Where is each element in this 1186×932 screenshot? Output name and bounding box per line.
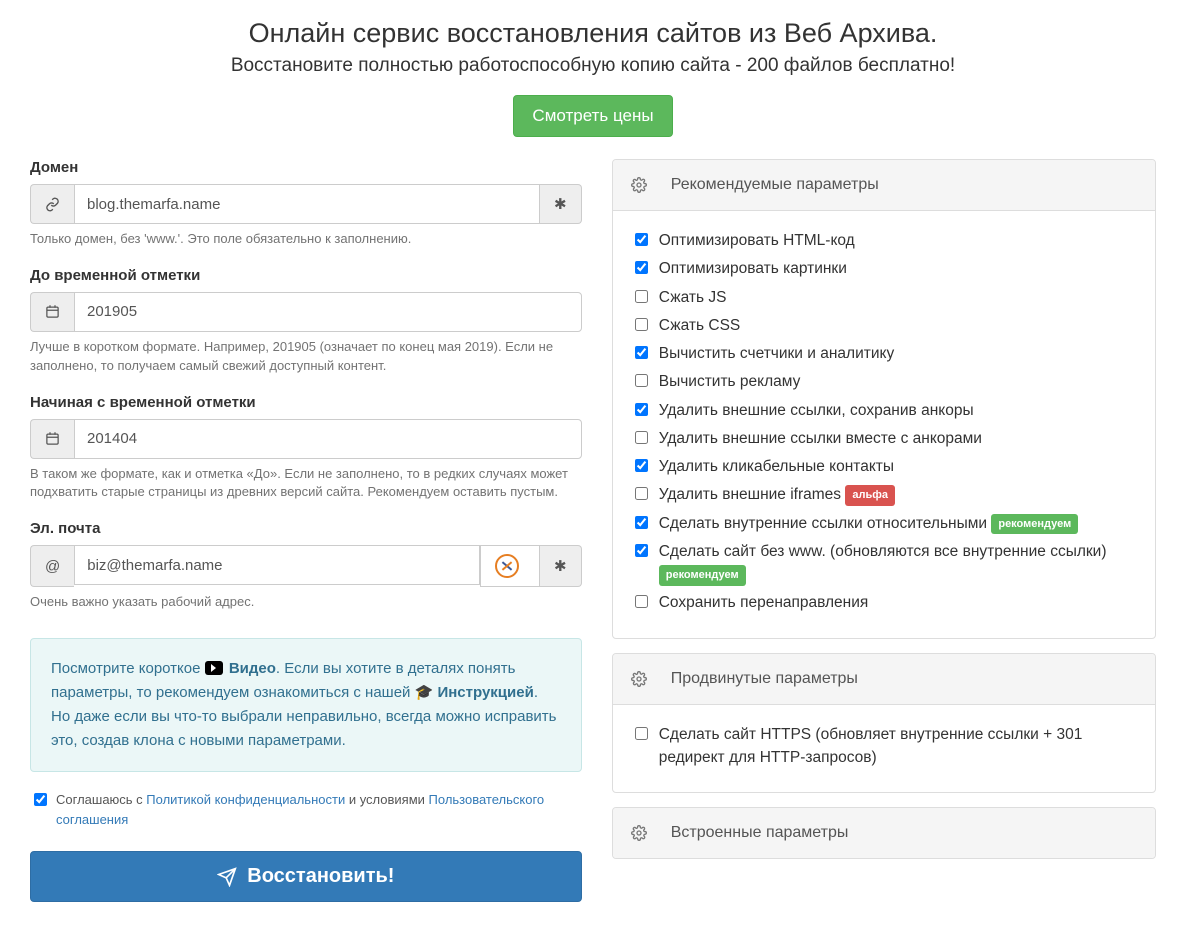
grad-cap-icon: 🎓 — [415, 684, 434, 701]
option-label: Сжать JS — [659, 286, 727, 309]
option-row[interactable]: Сделать внутренние ссылки относительными… — [631, 512, 1137, 535]
email-label: Эл. почта — [30, 520, 582, 537]
option-badge: рекомендуем — [659, 565, 746, 586]
option-checkbox[interactable] — [635, 318, 648, 331]
option-row[interactable]: Вычистить рекламу — [631, 370, 1137, 393]
option-row[interactable]: Сделать сайт без www. (обновляются все в… — [631, 540, 1137, 587]
option-label: Сделать внутренние ссылки относительными… — [659, 512, 1078, 535]
option-checkbox[interactable] — [635, 595, 648, 608]
panel-recommended: Рекомендуемые параметры Оптимизировать H… — [612, 159, 1156, 639]
from-ts-label: Начиная с временной отметки — [30, 394, 582, 411]
option-checkbox[interactable] — [635, 233, 648, 246]
option-label: Оптимизировать HTML-код — [659, 229, 855, 252]
submit-label: Восстановить! — [247, 865, 394, 888]
option-row[interactable]: Вычистить счетчики и аналитику — [631, 342, 1137, 365]
panel-title: Продвинутые параметры — [671, 670, 858, 688]
paper-plane-icon — [217, 867, 237, 887]
option-badge: альфа — [845, 485, 895, 506]
domain-input[interactable] — [74, 184, 540, 224]
submit-button[interactable]: Восстановить! — [30, 851, 582, 902]
required-mark: ✱ — [540, 184, 582, 224]
panel-title: Встроенные параметры — [671, 824, 849, 842]
to-ts-input[interactable] — [74, 292, 582, 332]
option-row[interactable]: Оптимизировать HTML-код — [631, 229, 1137, 252]
gear-icon — [631, 825, 647, 841]
extension-icon — [480, 545, 540, 587]
option-label: Сжать CSS — [659, 314, 741, 337]
info-box: Посмотрите короткое Видео. Если вы хотит… — [30, 638, 582, 772]
option-checkbox[interactable] — [635, 727, 648, 740]
at-icon: @ — [30, 545, 74, 587]
option-row[interactable]: Сжать CSS — [631, 314, 1137, 337]
option-row[interactable]: Удалить внешние ссылки вместе с анкорами — [631, 427, 1137, 450]
domain-help: Только домен, без 'www.'. Это поле обяза… — [30, 230, 582, 249]
option-label: Удалить кликабельные контакты — [659, 455, 894, 478]
option-label: Вычистить счетчики и аналитику — [659, 342, 894, 365]
option-checkbox[interactable] — [635, 459, 648, 472]
option-checkbox[interactable] — [635, 261, 648, 274]
video-icon — [205, 661, 223, 675]
from-ts-help: В таком же формате, как и отметка «До». … — [30, 465, 582, 503]
option-row[interactable]: Удалить внешние ссылки, сохранив анкоры — [631, 399, 1137, 422]
info-text: Посмотрите короткое — [51, 660, 205, 677]
option-label: Сделать сайт HTTPS (обновляет внутренние… — [659, 723, 1137, 770]
calendar-icon — [30, 292, 74, 332]
option-label: Сохранить перенаправления — [659, 591, 869, 614]
panel-title: Рекомендуемые параметры — [671, 176, 879, 194]
option-checkbox[interactable] — [635, 403, 648, 416]
video-link[interactable]: Видео — [229, 660, 276, 677]
option-row[interactable]: Удалить кликабельные контакты — [631, 455, 1137, 478]
tos-checkbox[interactable] — [34, 793, 47, 806]
to-ts-help: Лучше в коротком формате. Например, 2019… — [30, 338, 582, 376]
panel-advanced: Продвинутые параметры Сделать сайт HTTPS… — [612, 653, 1156, 794]
gear-icon — [631, 671, 647, 687]
panel-advanced-header[interactable]: Продвинутые параметры — [613, 654, 1155, 705]
from-ts-input[interactable] — [74, 419, 582, 459]
instructions-link[interactable]: Инструкцией — [437, 684, 533, 701]
panel-builtin: Встроенные параметры — [612, 807, 1156, 859]
page-title: Онлайн сервис восстановления сайтов из В… — [30, 18, 1156, 49]
email-input[interactable] — [74, 545, 480, 585]
option-checkbox[interactable] — [635, 374, 648, 387]
option-row[interactable]: Сжать JS — [631, 286, 1137, 309]
option-label: Сделать сайт без www. (обновляются все в… — [659, 540, 1137, 587]
panel-recommended-header[interactable]: Рекомендуемые параметры — [613, 160, 1155, 211]
option-row[interactable]: Удалить внешние iframes альфа — [631, 483, 1137, 506]
option-label: Удалить внешние ссылки, сохранив анкоры — [659, 399, 974, 422]
panel-builtin-header[interactable]: Встроенные параметры — [613, 808, 1155, 858]
option-label: Удалить внешние ссылки вместе с анкорами — [659, 427, 982, 450]
option-checkbox[interactable] — [635, 516, 648, 529]
to-ts-label: До временной отметки — [30, 267, 582, 284]
page-subtitle: Восстановите полностью работоспособную к… — [30, 55, 1156, 77]
tos-text: Соглашаюсь с Политикой конфиденциальност… — [56, 790, 582, 829]
email-help: Очень важно указать рабочий адрес. — [30, 593, 582, 612]
option-badge: рекомендуем — [991, 514, 1078, 535]
option-label: Оптимизировать картинки — [659, 257, 847, 280]
option-checkbox[interactable] — [635, 346, 648, 359]
option-row[interactable]: Сохранить перенаправления — [631, 591, 1137, 614]
option-row[interactable]: Оптимизировать картинки — [631, 257, 1137, 280]
option-checkbox[interactable] — [635, 544, 648, 557]
pricing-button[interactable]: Смотреть цены — [513, 95, 672, 137]
option-checkbox[interactable] — [635, 290, 648, 303]
option-checkbox[interactable] — [635, 487, 648, 500]
link-icon — [30, 184, 74, 224]
privacy-link[interactable]: Политикой конфиденциальности — [146, 792, 345, 807]
option-row[interactable]: Сделать сайт HTTPS (обновляет внутренние… — [631, 723, 1137, 770]
gear-icon — [631, 177, 647, 193]
calendar-icon — [30, 419, 74, 459]
domain-label: Домен — [30, 159, 582, 176]
option-checkbox[interactable] — [635, 431, 648, 444]
option-label: Вычистить рекламу — [659, 370, 801, 393]
required-mark: ✱ — [540, 545, 582, 587]
option-label: Удалить внешние iframes альфа — [659, 483, 895, 506]
